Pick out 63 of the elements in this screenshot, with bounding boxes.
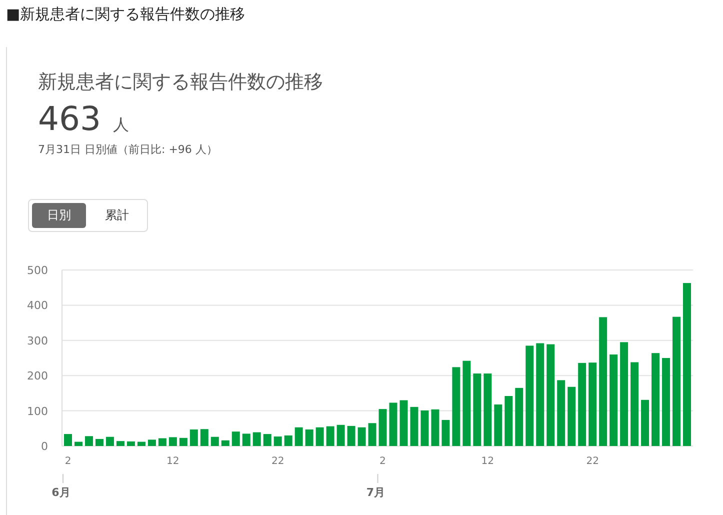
x-axis-label: 12 bbox=[166, 456, 180, 467]
bar bbox=[368, 423, 376, 446]
bar bbox=[74, 442, 82, 446]
bar bbox=[316, 427, 324, 446]
y-axis-label: 300 bbox=[27, 334, 48, 348]
bar bbox=[95, 438, 104, 446]
y-axis-label: 0 bbox=[41, 440, 48, 453]
x-axis-label: 22 bbox=[271, 456, 284, 467]
card-title: 新規患者に関する報告件数の推移 bbox=[37, 70, 324, 95]
y-axis-label: 400 bbox=[27, 299, 48, 312]
bar bbox=[494, 404, 502, 446]
bar bbox=[210, 436, 219, 446]
bar bbox=[294, 427, 303, 446]
bar bbox=[420, 410, 429, 446]
bar bbox=[400, 400, 408, 446]
x-axis-label: 2 bbox=[380, 456, 386, 467]
bar bbox=[305, 429, 314, 446]
bar bbox=[410, 406, 418, 446]
count-unit: 人 bbox=[113, 115, 129, 136]
bar bbox=[347, 426, 356, 446]
bar bbox=[126, 441, 135, 446]
bar bbox=[326, 426, 334, 446]
bar bbox=[336, 424, 345, 446]
bar bbox=[158, 438, 166, 446]
bar bbox=[358, 427, 366, 446]
bar bbox=[221, 440, 230, 446]
bar bbox=[168, 437, 177, 446]
x-axis-label: 22 bbox=[586, 456, 599, 467]
bar bbox=[106, 436, 114, 446]
bar bbox=[284, 435, 292, 446]
bar bbox=[378, 409, 387, 446]
y-axis-label: 500 bbox=[27, 264, 48, 277]
bar bbox=[431, 409, 440, 446]
x-axis-label: 12 bbox=[481, 456, 494, 467]
bar bbox=[557, 380, 566, 446]
bar bbox=[64, 434, 72, 446]
toggle-tab[interactable]: 日別 bbox=[32, 203, 86, 228]
y-axis-label: 200 bbox=[27, 370, 48, 383]
bar bbox=[232, 432, 240, 446]
bar bbox=[190, 429, 198, 446]
bar bbox=[515, 388, 524, 446]
bar bbox=[274, 436, 282, 446]
month-label: 6月 bbox=[52, 486, 70, 499]
bar bbox=[137, 442, 146, 446]
bar bbox=[84, 436, 93, 446]
y-axis-label: 100 bbox=[27, 404, 48, 418]
x-axis-label: 2 bbox=[64, 456, 72, 467]
section-heading: ■新規患者に関する報告件数の推移 bbox=[5, 4, 246, 25]
bar bbox=[389, 402, 398, 446]
bar bbox=[442, 420, 450, 446]
bar bbox=[252, 432, 261, 446]
bar bbox=[568, 386, 576, 446]
bar bbox=[242, 434, 250, 446]
bar bbox=[263, 434, 272, 446]
bar bbox=[641, 400, 650, 446]
bar bbox=[200, 429, 208, 446]
bar bbox=[504, 396, 513, 446]
bar bbox=[148, 440, 156, 446]
count-value: 463 bbox=[38, 99, 101, 138]
bar bbox=[116, 441, 124, 446]
month-label: 7月 bbox=[366, 486, 386, 499]
bar bbox=[179, 438, 188, 446]
date-note: 7月31日 日別値（前日比: +96 人） bbox=[37, 142, 218, 157]
